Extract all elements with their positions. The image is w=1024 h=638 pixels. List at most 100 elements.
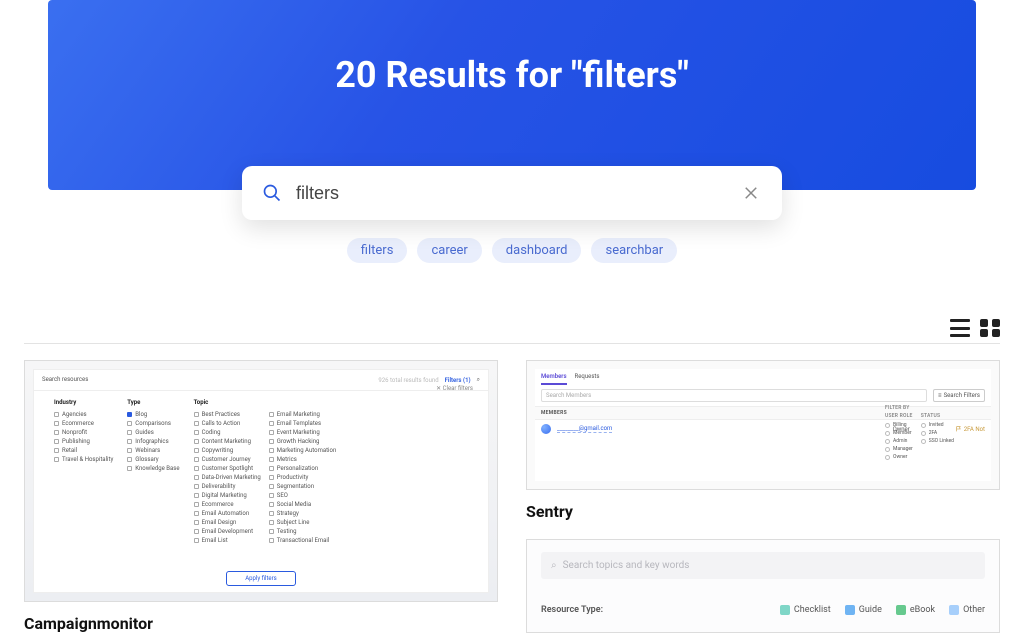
filter-option[interactable]: Calls to Action [194,419,261,428]
filter-option[interactable]: Infographics [127,437,179,446]
filter-option[interactable]: Coding [194,428,261,437]
search-input[interactable] [296,183,740,204]
search-bar[interactable] [242,166,782,220]
rt-option-other[interactable]: Other [949,605,985,615]
filter-option[interactable]: Testing [269,527,337,536]
member-email: ________@gmail.com [557,425,612,433]
filter-option[interactable]: Strategy [269,509,337,518]
page-title: 20 Results for "filters" [335,54,689,96]
radio-icon [921,431,926,436]
radio-icon [885,423,890,428]
checkbox-icon [194,511,199,516]
sentry-search-input[interactable]: Search Members [541,389,927,402]
checkbox-icon [269,538,274,543]
filter-option[interactable]: Digital Marketing [194,491,261,500]
filter-option[interactable]: Email Automation [194,509,261,518]
filter-option[interactable]: Webinars [127,446,179,455]
filter-option[interactable]: Deliverability [194,482,261,491]
filter-option[interactable]: Metrics [269,455,337,464]
sentry-filters-button[interactable]: ≡ Search Filters [933,389,985,402]
filter-option[interactable]: Ecommerce [54,419,113,428]
filter-option[interactable]: Subject Line [269,518,337,527]
filter-option[interactable]: Travel & Hospitality [54,455,113,464]
filter-option[interactable]: Email Templates [269,419,337,428]
sentry-tab-requests[interactable]: Requests [575,373,600,385]
checkbox-icon [194,475,199,480]
filter-option[interactable]: Publishing [54,437,113,446]
result-title: Campaignmonitor [24,614,498,633]
filter-option[interactable]: Personalization [269,464,337,473]
checkbox-icon [194,448,199,453]
filter-option[interactable]: Knowledge Base [127,464,179,473]
filter-option[interactable]: Email Development [194,527,261,536]
rt-option-checklist[interactable]: Checklist [780,605,831,615]
result-title: Sentry [526,502,1000,521]
filter-option[interactable]: Retail [54,446,113,455]
checkbox-icon [269,439,274,444]
search-icon: ⌕ [551,560,557,571]
cm-clear-filters[interactable]: ✕ Clear filters [436,385,473,392]
filter-option[interactable]: SEO [269,491,337,500]
grid-view-button[interactable] [980,319,1000,337]
filter-option[interactable]: Admin [885,437,913,445]
filter-option[interactable]: Comparisons [127,419,179,428]
checkbox-icon [269,493,274,498]
filter-option[interactable]: Agencies [54,410,113,419]
clear-search-button[interactable] [740,182,762,204]
filter-option[interactable]: Owner [885,453,913,461]
rt-search-input[interactable]: ⌕ Search topics and key words [541,552,985,579]
filter-option[interactable]: Data-Driven Marketing [194,473,261,482]
filter-option[interactable]: Invited [921,421,954,429]
filter-option[interactable]: Email Marketing [269,410,337,419]
list-view-button[interactable] [950,319,970,337]
checkbox-icon [269,430,274,435]
filter-option[interactable]: Marketing Automation [269,446,337,455]
rt-option-ebook[interactable]: eBook [896,605,935,615]
filter-option[interactable]: Copywriting [194,446,261,455]
sentry-tab-members[interactable]: Members [541,373,567,385]
filter-option[interactable]: Customer Spotlight [194,464,261,473]
filter-option[interactable]: Email List [194,536,261,545]
filter-option[interactable]: Billing [885,421,913,429]
cm-apply-filters-button[interactable]: Apply filters [226,571,296,586]
tag-filters[interactable]: filters [347,238,408,263]
filter-option[interactable]: Growth Hacking [269,437,337,446]
filter-option[interactable]: SSO Linked [921,437,954,445]
checkbox-icon [269,448,274,453]
cm-col-topic-2: Email MarketingEmail TemplatesEvent Mark… [269,399,337,565]
filter-option[interactable]: Transactional Email [269,536,337,545]
filter-option[interactable]: Productivity [269,473,337,482]
filter-option[interactable]: Content Marketing [194,437,261,446]
tag-searchbar[interactable]: searchbar [591,238,677,263]
radio-icon [885,431,890,436]
filter-option[interactable]: Guides [127,428,179,437]
filter-option[interactable]: Manager [885,445,913,453]
filter-option[interactable]: Segmentation [269,482,337,491]
tag-career[interactable]: career [417,238,481,263]
checkbox-icon [896,605,906,615]
filter-option[interactable]: Nonprofit [54,428,113,437]
radio-icon [921,423,926,428]
cm-search-label: Search resources [42,376,88,384]
filter-option[interactable]: Blog [127,410,179,419]
result-card-resource-type[interactable]: ⌕ Search topics and key words Resource T… [526,539,1000,633]
filter-option[interactable]: Email Design [194,518,261,527]
rt-option-guide[interactable]: Guide [845,605,882,615]
filter-option[interactable]: Ecommerce [194,500,261,509]
result-card-campaignmonitor[interactable]: Search resources 926 total results found… [24,360,498,633]
radio-icon [921,439,926,444]
tag-dashboard[interactable]: dashboard [492,238,582,263]
filter-option[interactable]: Social Media [269,500,337,509]
filter-option[interactable]: Member [885,429,913,437]
checkbox-icon [54,421,59,426]
checkbox-icon [194,520,199,525]
filter-option[interactable]: Glossary [127,455,179,464]
thumbnail: Search resources 926 total results found… [24,360,498,602]
filter-option[interactable]: Customer Journey [194,455,261,464]
filter-option[interactable]: Event Marketing [269,428,337,437]
results-grid: Search resources 926 total results found… [24,360,1000,633]
filter-option[interactable]: Best Practices [194,410,261,419]
result-card-sentry[interactable]: Members Requests Search Members ≡ Search… [526,360,1000,521]
radio-icon [885,455,890,460]
filter-option[interactable]: 2FA [921,429,954,437]
